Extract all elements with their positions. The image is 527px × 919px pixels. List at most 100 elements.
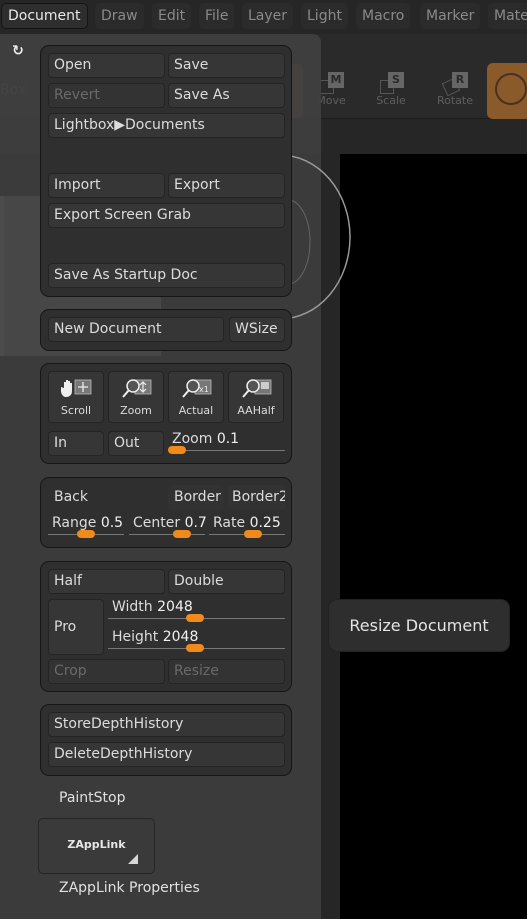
rate-label: Rate (213, 515, 246, 531)
hand-scroll-icon (61, 379, 92, 397)
rate-slider[interactable]: Rate 0.25 (209, 515, 285, 541)
range-label: Range (52, 515, 97, 531)
rate-slider-text: Rate 0.25 (213, 515, 281, 531)
depth-history-group: StoreDepthHistory DeleteDepthHistory (40, 704, 292, 776)
back-button[interactable]: Back (48, 485, 165, 510)
import-button[interactable]: Import (48, 173, 165, 198)
magnifier-actual-icon: x1 (182, 379, 212, 398)
range-slider[interactable]: Range 0.5 (48, 515, 124, 541)
new-document-group: New Document WSize (40, 309, 292, 351)
size-group: Half Double Pro Width 2048 Height 2048 C… (40, 561, 292, 692)
center-slider[interactable]: Center 0.7 (129, 515, 207, 541)
rotate-label: Rotate (436, 94, 473, 107)
open-button[interactable]: Open (48, 53, 165, 78)
slider-knob[interactable] (185, 614, 204, 622)
center-label: Center (133, 515, 181, 531)
aahalf-button[interactable]: AAHalf (228, 371, 284, 423)
save-as-startup-doc-button[interactable]: Save As Startup Doc (48, 263, 285, 288)
zoom-slider-value: 0.1 (216, 431, 240, 447)
menu-tab-marker[interactable]: Marker (420, 3, 481, 29)
zoom-slider-text: Zoom 0.1 (172, 431, 239, 447)
zoom-in-button[interactable]: In (48, 431, 104, 456)
resize-document-tooltip: Resize Document (328, 599, 510, 652)
pro-button[interactable]: Pro (48, 599, 104, 655)
refresh-icon[interactable]: ↻ (10, 43, 26, 59)
double-button[interactable]: Double (168, 569, 285, 594)
revert-button[interactable]: Revert (48, 83, 165, 108)
half-button[interactable]: Half (48, 569, 165, 594)
actual-label: Actual (178, 404, 214, 417)
width-slider-text: Width 2048 (112, 599, 193, 615)
border2-button[interactable]: Border2 (228, 485, 286, 510)
svg-text:x1: x1 (199, 385, 209, 394)
wsize-button[interactable]: WSize (229, 317, 285, 342)
zoom-slider-label: Zoom (172, 431, 213, 447)
zapplink-button[interactable]: ZAppLink (38, 818, 155, 874)
slider-knob[interactable] (185, 644, 204, 652)
menu-tab-edit[interactable]: Edit (152, 3, 192, 29)
zoom-out-button[interactable]: Out (108, 431, 164, 456)
expand-corner-icon (128, 854, 138, 864)
slider-track (129, 534, 205, 535)
paintstop-label[interactable]: PaintStop (59, 790, 125, 806)
lightbox-documents-button[interactable]: Lightbox▶Documents (48, 113, 285, 138)
export-screen-grab-button[interactable]: Export Screen Grab (48, 203, 285, 228)
menu-tab-document[interactable]: Document (1, 3, 88, 29)
menu-bar: Document Draw Edit File Layer Light Macr… (0, 0, 527, 34)
zoom-button[interactable]: Zoom (108, 371, 164, 423)
save-as-button[interactable]: Save As (168, 83, 285, 108)
center-slider-text: Center 0.7 (133, 515, 207, 531)
rate-value: 0.25 (249, 515, 281, 531)
aahalf-label: AAHalf (237, 404, 275, 417)
width-value: 2048 (157, 599, 193, 615)
scale-tool-button[interactable]: S Scale (366, 72, 416, 112)
scroll-label: Scroll (60, 404, 92, 417)
zoom-label: Zoom (120, 404, 152, 417)
zapplink-label: ZAppLink (67, 838, 126, 851)
file-group: Open Save Revert Save As Lightbox▶Docume… (40, 45, 292, 297)
slider-knob[interactable] (173, 530, 192, 538)
gizmo-icon (495, 73, 527, 105)
delete-depth-history-button[interactable]: DeleteDepthHistory (48, 742, 285, 767)
gizmo-button[interactable] (487, 63, 527, 119)
width-label: Width (112, 599, 153, 615)
magnifier-zoom-icon (122, 379, 152, 398)
menu-tab-macro[interactable]: Macro (356, 3, 411, 29)
slider-knob[interactable] (244, 530, 263, 538)
range-slider-text: Range 0.5 (52, 515, 123, 531)
height-label: Height (112, 629, 159, 645)
new-document-button[interactable]: New Document (48, 317, 224, 342)
center-value: 0.7 (184, 515, 207, 531)
export-button[interactable]: Export (168, 173, 285, 198)
store-depth-history-button[interactable]: StoreDepthHistory (48, 712, 285, 737)
zapplink-properties-label[interactable]: ZAppLink Properties (59, 880, 200, 896)
slider-knob[interactable] (168, 446, 186, 454)
move-hotkey: M (328, 72, 344, 88)
height-slider[interactable]: Height 2048 (108, 629, 285, 655)
magnifier-aahalf-icon (242, 379, 272, 398)
border-button[interactable]: Border (168, 485, 224, 510)
menu-tab-light[interactable]: Light (301, 3, 348, 29)
scroll-button[interactable]: Scroll (48, 371, 104, 423)
save-button[interactable]: Save (168, 53, 285, 78)
width-slider[interactable]: Width 2048 (108, 599, 285, 625)
actual-button[interactable]: x1 Actual (168, 371, 224, 423)
height-slider-text: Height 2048 (112, 629, 198, 645)
scale-label: Scale (376, 94, 406, 107)
rotate-tool-button[interactable]: R Rotate (430, 72, 480, 112)
menu-tab-layer[interactable]: Layer (242, 3, 294, 29)
view-group: Scroll Zoom x1 Actual AAHalf In Out Zoom… (40, 363, 292, 464)
zoom-slider[interactable]: Zoom 0.1 (168, 431, 285, 457)
menu-tab-file[interactable]: File (199, 3, 235, 29)
range-value: 0.5 (100, 515, 124, 531)
canvas[interactable] (340, 154, 527, 919)
background-group: Back Border Border2 Range 0.5 Center 0.7… (40, 477, 292, 548)
menu-tab-draw[interactable]: Draw (95, 3, 144, 29)
crop-button[interactable]: Crop (48, 659, 165, 684)
resize-button[interactable]: Resize (168, 659, 285, 684)
menu-tab-material[interactable]: Mate (488, 3, 527, 29)
slider-knob[interactable] (77, 530, 95, 538)
height-value: 2048 (162, 629, 199, 645)
rotate-hotkey: R (452, 72, 468, 88)
scale-hotkey: S (388, 72, 404, 88)
